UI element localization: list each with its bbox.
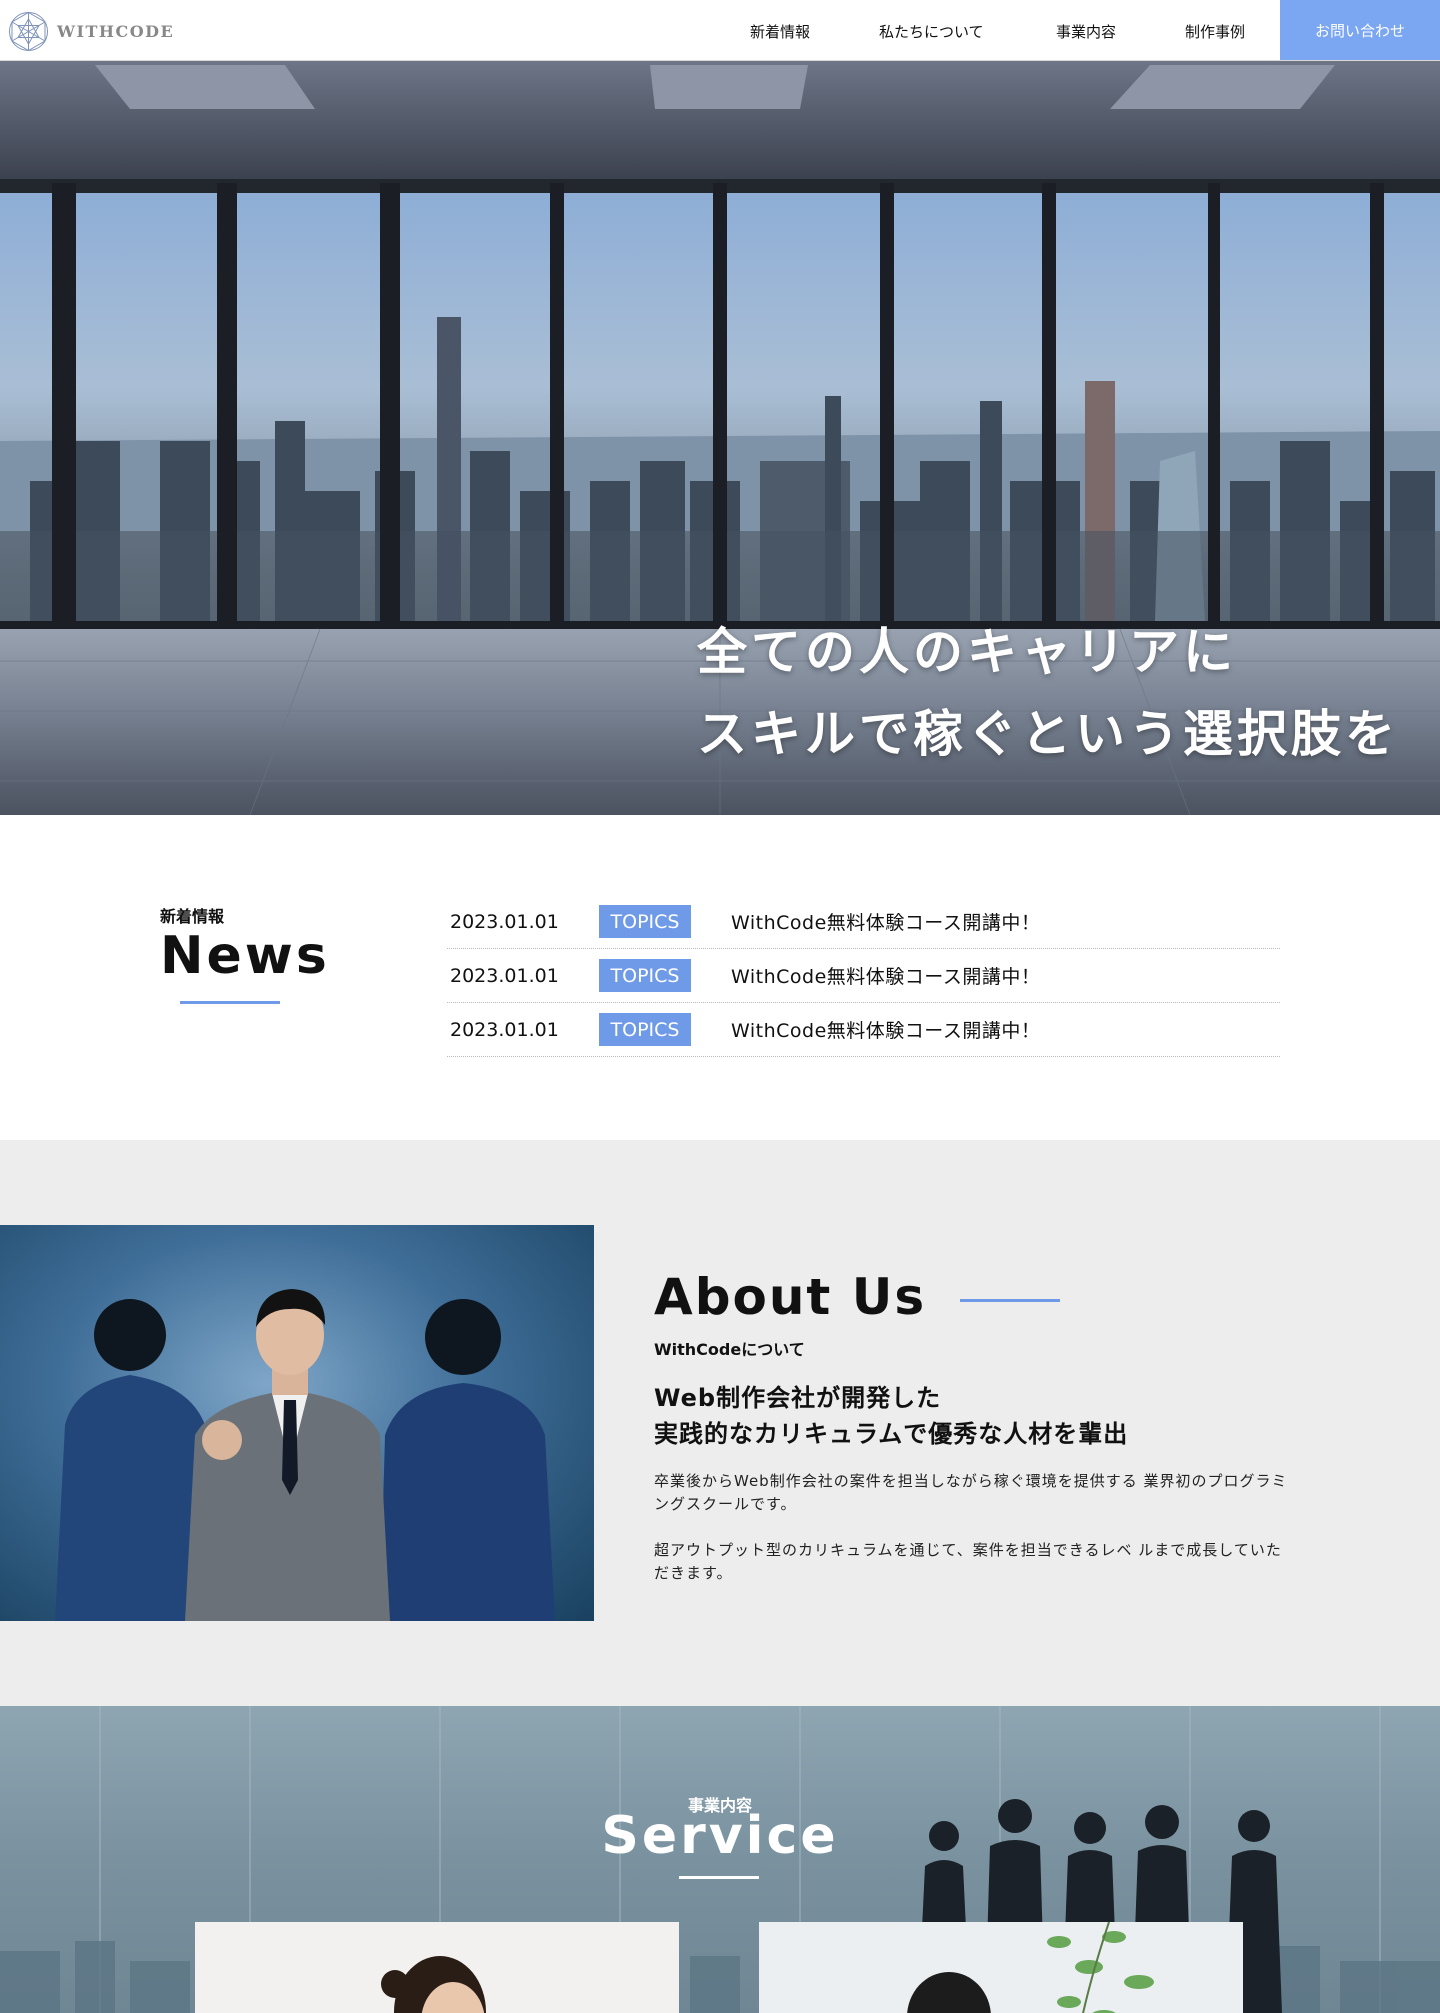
about-team-photo xyxy=(0,1225,594,1621)
news-tag: TOPICS xyxy=(599,1013,691,1046)
about-body-paragraph-2: 超アウトプット型のカリキュラムを通じて、案件を担当できるレベ ルまで成長していた… xyxy=(654,1541,1282,1582)
service-card[interactable] xyxy=(195,1922,679,2013)
hero-copy-line-1: 全ての人のキャリアに xyxy=(697,623,1237,681)
news-title: News xyxy=(160,926,330,986)
about-subtitle: WithCodeについて xyxy=(654,1340,805,1359)
about-heading: About Us xyxy=(654,1268,1061,1326)
hero: 全ての人のキャリアに スキルで稼ぐという選択肢を xyxy=(0,61,1440,815)
about-title-rule xyxy=(960,1298,1061,1302)
site-header: WITHCODE 新着情報 私たちについて 事業内容 制作事例 お問い合わせ xyxy=(0,0,1440,61)
news-item[interactable]: 2023.01.01 TOPICS WithCode無料体験コース開講中！ xyxy=(447,949,1280,1003)
about-lead-line-1: Web制作会社が開発した xyxy=(654,1384,942,1412)
service-title-underline xyxy=(679,1876,759,1879)
business-team-image xyxy=(55,1289,555,1621)
news-date: 2023.01.01 xyxy=(450,910,559,933)
news-list: 2023.01.01 TOPICS WithCode無料体験コース開講中！ 20… xyxy=(447,895,1280,1057)
news-title-text: WithCode無料体験コース開講中！ xyxy=(731,1020,1041,1042)
nav-service[interactable]: 事業内容 xyxy=(1056,21,1116,42)
nav-about[interactable]: 私たちについて xyxy=(879,21,984,42)
news-tag: TOPICS xyxy=(599,959,691,992)
about-body-paragraph-1: 卒業後からWeb制作会社の案件を担当しながら稼ぐ環境を提供する 業界初のプログラ… xyxy=(654,1472,1288,1513)
news-date: 2023.01.01 xyxy=(450,1018,559,1041)
hero-catchcopy: 全ての人のキャリアに スキルで稼ぐという選択肢を xyxy=(697,611,1399,775)
global-nav: 新着情報 私たちについて 事業内容 制作事例 xyxy=(0,0,1440,60)
news-title-text: WithCode無料体験コース開講中！ xyxy=(731,966,1041,988)
about-body: 卒業後からWeb制作会社の案件を担当しながら稼ぐ環境を提供する 業界初のプログラ… xyxy=(654,1470,1294,1585)
news-subtitle: 新着情報 xyxy=(160,907,225,926)
contact-button[interactable]: お問い合わせ xyxy=(1280,0,1440,60)
news-section: 新着情報 News 2023.01.01 TOPICS WithCode無料体験… xyxy=(0,815,1440,1140)
news-tag: TOPICS xyxy=(599,905,691,938)
news-item[interactable]: 2023.01.01 TOPICS WithCode無料体験コース開講中！ xyxy=(447,1003,1280,1057)
about-lead-line-2: 実践的なカリキュラムで優秀な人材を輩出 xyxy=(654,1420,1129,1448)
news-item[interactable]: 2023.01.01 TOPICS WithCode無料体験コース開講中！ xyxy=(447,895,1280,949)
news-heading: 新着情報 News xyxy=(160,903,330,1004)
service-section: 事業内容 Service xyxy=(0,1706,1440,2013)
service-card-woman-image xyxy=(195,1922,679,2013)
news-title-underline xyxy=(180,1001,280,1004)
service-title: Service xyxy=(601,1806,839,1866)
service-card[interactable] xyxy=(759,1922,1243,2013)
news-title-text: WithCode無料体験コース開講中！ xyxy=(731,912,1041,934)
nav-news[interactable]: 新着情報 xyxy=(750,21,810,42)
about-title: About Us xyxy=(654,1268,927,1326)
hero-copy-line-2: スキルで稼ぐという選択肢を xyxy=(697,705,1399,763)
news-date: 2023.01.01 xyxy=(450,964,559,987)
nav-works[interactable]: 制作事例 xyxy=(1185,21,1245,42)
about-lead: Web制作会社が開発した 実践的なカリキュラムで優秀な人材を輩出 xyxy=(654,1380,1128,1452)
about-section: About Us WithCodeについて Web制作会社が開発した 実践的なカ… xyxy=(0,1140,1440,1706)
service-card-man-image xyxy=(759,1922,1243,2013)
